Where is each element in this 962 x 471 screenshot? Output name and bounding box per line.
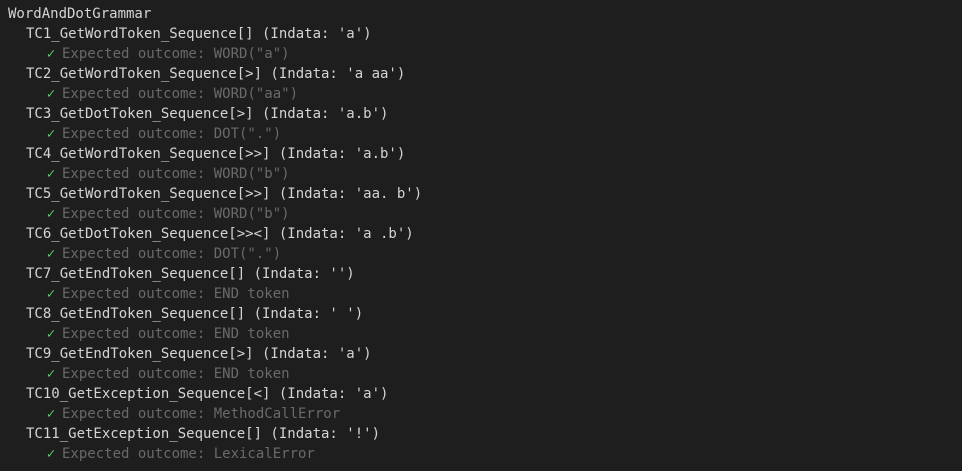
test-case-name: TC6_GetDotToken_Sequence[>><] (Indata: '… [26,226,414,242]
expected-outcome-text: Expected outcome: DOT(".") [62,246,282,262]
test-list: TC1_GetWordToken_Sequence[] (Indata: 'a'… [0,24,962,464]
check-icon: ✓ [46,366,56,382]
test-case-result: ✓ Expected outcome: WORD("b") [0,164,962,184]
expected-outcome-text: Expected outcome: END token [62,286,290,302]
test-case-result: ✓ Expected outcome: MethodCallError [0,404,962,424]
test-output-panel: WordAndDotGrammar TC1_GetWordToken_Seque… [0,0,962,471]
suite-title: WordAndDotGrammar [8,6,152,22]
test-case-name: TC2_GetWordToken_Sequence[>] (Indata: 'a… [26,66,406,82]
expected-outcome-text: Expected outcome: END token [62,366,290,382]
test-case-result: ✓ Expected outcome: END token [0,284,962,304]
test-case-name: TC5_GetWordToken_Sequence[>>] (Indata: '… [26,186,423,202]
test-case-result: ✓ Expected outcome: LexicalError [0,444,962,464]
test-case-result: ✓ Expected outcome: WORD("b") [0,204,962,224]
test-case-name: TC10_GetException_Sequence[<] (Indata: '… [26,386,389,402]
test-case-name: TC8_GetEndToken_Sequence[] (Indata: ' ') [26,306,364,322]
check-icon: ✓ [46,286,56,302]
test-case-result: ✓ Expected outcome: WORD("a") [0,44,962,64]
test-case-result: ✓ Expected outcome: END token [0,364,962,384]
check-icon: ✓ [46,246,56,262]
expected-outcome-text: Expected outcome: MethodCallError [62,406,341,422]
check-icon: ✓ [46,46,56,62]
test-case-name: TC4_GetWordToken_Sequence[>>] (Indata: '… [26,146,406,162]
test-case-result: ✓ Expected outcome: END token [0,324,962,344]
test-case-result: ✓ Expected outcome: WORD("aa") [0,84,962,104]
expected-outcome-text: Expected outcome: WORD("b") [62,206,290,222]
expected-outcome-text: Expected outcome: END token [62,326,290,342]
test-case-result: ✓ Expected outcome: DOT(".") [0,124,962,144]
check-icon: ✓ [46,86,56,102]
check-icon: ✓ [46,406,56,422]
check-icon: ✓ [46,446,56,462]
expected-outcome-text: Expected outcome: LexicalError [62,446,315,462]
check-icon: ✓ [46,326,56,342]
expected-outcome-text: Expected outcome: DOT(".") [62,126,282,142]
test-case-name: TC11_GetException_Sequence[] (Indata: '!… [26,426,381,442]
expected-outcome-text: Expected outcome: WORD("b") [62,166,290,182]
test-case-name: TC1_GetWordToken_Sequence[] (Indata: 'a'… [26,26,372,42]
check-icon: ✓ [46,166,56,182]
expected-outcome-text: Expected outcome: WORD("aa") [62,86,299,102]
expected-outcome-text: Expected outcome: WORD("a") [62,46,290,62]
test-case-result: ✓ Expected outcome: DOT(".") [0,244,962,264]
check-icon: ✓ [46,126,56,142]
test-case-name: TC7_GetEndToken_Sequence[] (Indata: '') [26,266,355,282]
check-icon: ✓ [46,206,56,222]
test-case-name: TC9_GetEndToken_Sequence[>] (Indata: 'a'… [26,346,372,362]
test-case-name: TC3_GetDotToken_Sequence[>] (Indata: 'a.… [26,106,389,122]
